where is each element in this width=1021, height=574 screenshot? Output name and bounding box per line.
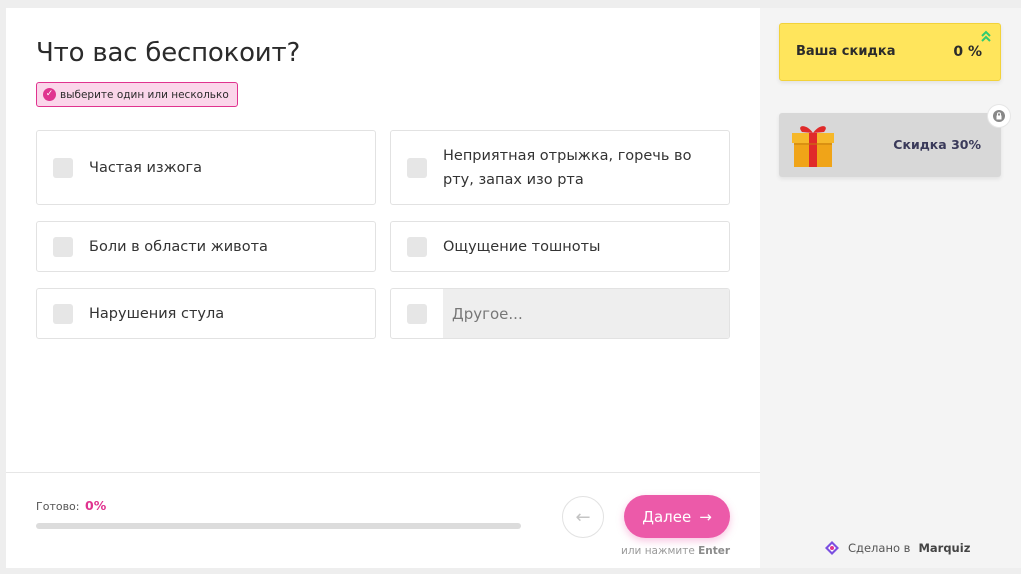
gift-label: Скидка 30% [893, 137, 981, 152]
arrow-left-icon: ← [575, 506, 591, 528]
option-label: Ощущение тошноты [443, 238, 601, 255]
option-label: Частая изжога [89, 159, 203, 176]
quiz-main-panel: Что вас беспокоит? ✓ выберите один или н… [6, 8, 760, 568]
option-abdominal-pain[interactable]: Боли в области живота [36, 221, 376, 272]
next-button[interactable]: Далее → [624, 495, 730, 538]
option-other[interactable] [390, 288, 730, 339]
selection-hint-badge: ✓ выберите один или несколько [36, 82, 238, 107]
quiz-frame: Что вас беспокоит? ✓ выберите один или н… [6, 8, 1021, 568]
discount-label: Ваша скидка [796, 44, 896, 59]
option-checkbox[interactable] [407, 303, 427, 324]
next-button-label: Далее [642, 507, 692, 526]
option-stool-disorders[interactable]: Нарушения стула [36, 288, 376, 339]
footer-divider [6, 472, 760, 473]
option-label: Боли в области живота [89, 238, 268, 255]
discount-card: Ваша скидка 0 % [779, 23, 1001, 81]
option-label: Нарушения стула [89, 305, 225, 322]
option-checkbox[interactable] [53, 236, 73, 257]
marquiz-credit[interactable]: Сделано в Marquiz [824, 540, 970, 556]
option-label: Неприятная отрыжка, горечь во рту, запах… [443, 147, 692, 188]
arrow-right-icon: → [699, 507, 712, 526]
credit-brand: Marquiz [918, 541, 971, 555]
lock-icon [988, 105, 1010, 127]
back-button[interactable]: ← [562, 496, 604, 538]
progress-bar [36, 523, 521, 529]
progress-label: Готово: [36, 500, 80, 513]
marquiz-logo-icon [825, 541, 839, 555]
enter-hint-prefix: или нажмите [621, 545, 695, 557]
option-checkbox[interactable] [407, 157, 427, 178]
other-text-input[interactable] [443, 289, 729, 338]
option-checkbox[interactable] [407, 236, 427, 257]
option-checkbox[interactable] [53, 303, 73, 324]
option-heartburn[interactable]: Частая изжога [36, 130, 376, 205]
option-belching[interactable]: Неприятная отрыжка, горечь во рту, запах… [390, 130, 730, 205]
gift-discount-card: Скидка 30% [779, 113, 1001, 177]
gift-icon [792, 126, 834, 167]
credit-prefix: Сделано в [848, 541, 911, 555]
progress-value: 0% [85, 498, 107, 513]
option-nausea[interactable]: Ощущение тошноты [390, 221, 730, 272]
enter-hint-key: Enter [698, 545, 731, 557]
check-circle-icon: ✓ [43, 88, 56, 101]
discount-value: 0 % [953, 44, 982, 60]
option-checkbox[interactable] [53, 157, 73, 178]
arrow-up-icon [981, 30, 991, 42]
selection-hint-text: выберите один или несколько [60, 88, 229, 101]
question-title: Что вас беспокоит? [36, 38, 301, 68]
enter-hint: или нажмите Enter [621, 545, 730, 557]
